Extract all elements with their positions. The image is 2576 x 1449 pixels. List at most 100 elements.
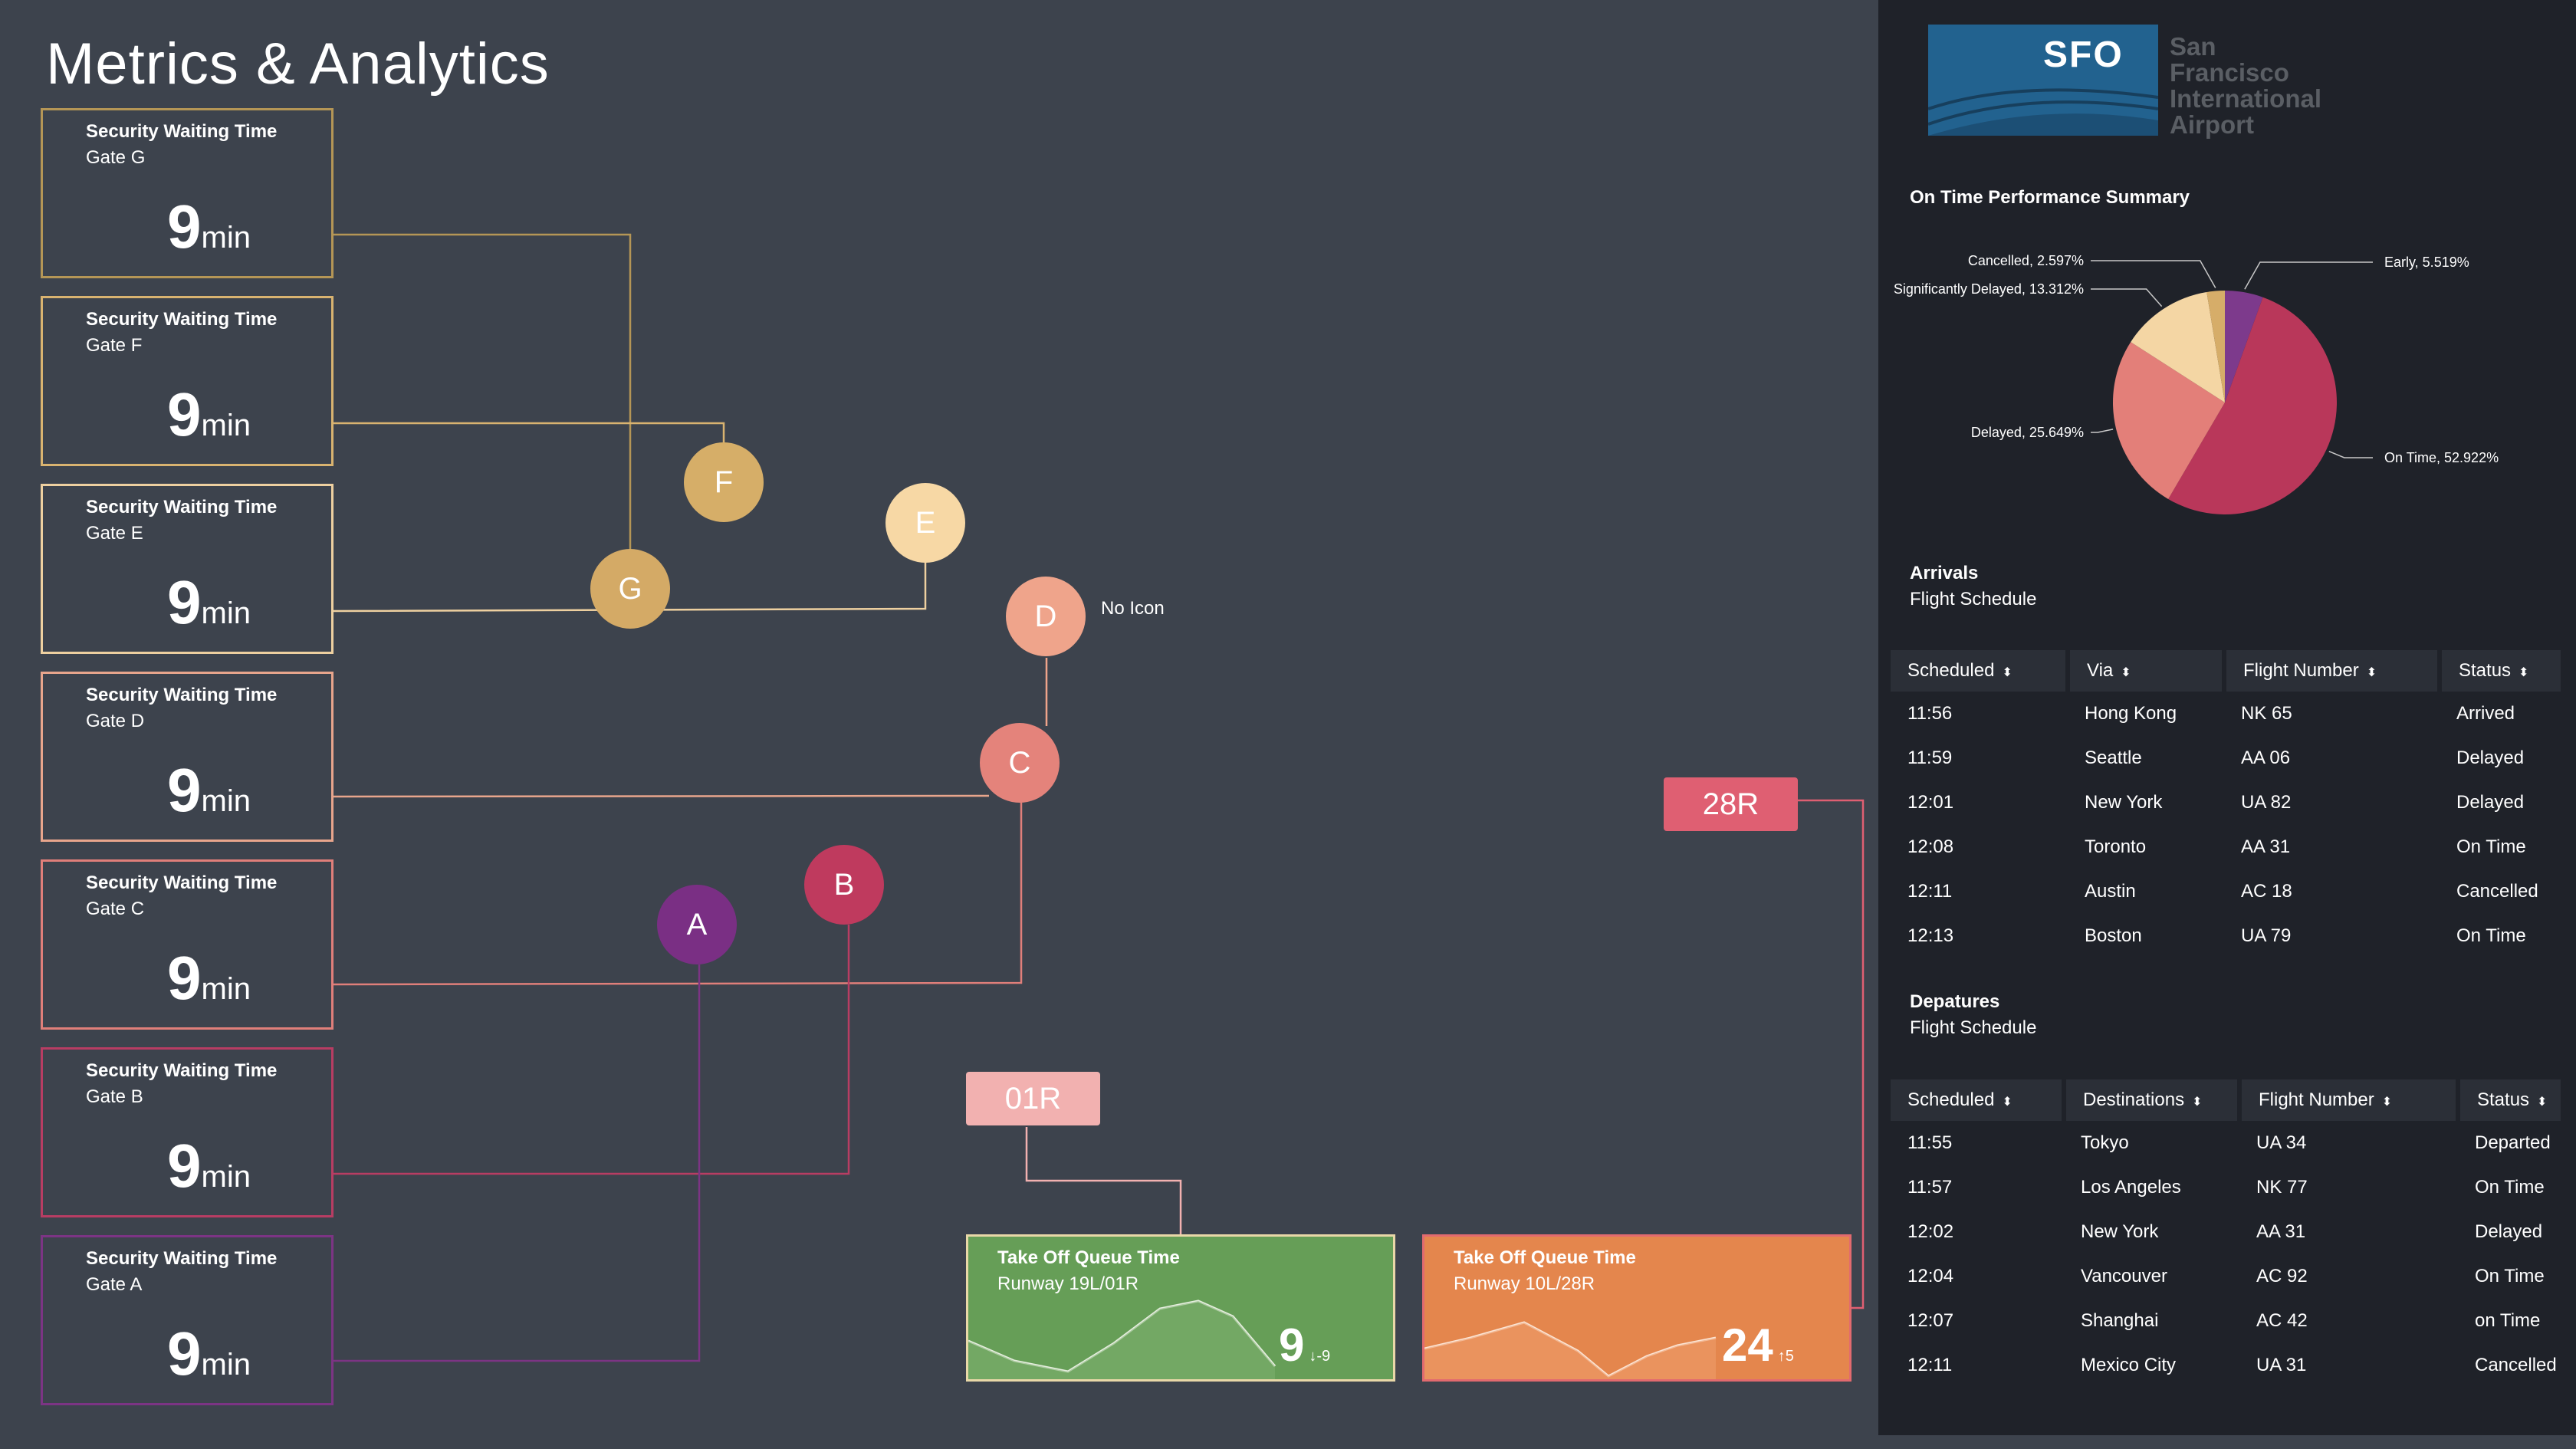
queue-card-28r[interactable]: Take Off Queue Time Runway 10L/28R 24 ↑5 (1422, 1234, 1852, 1382)
pie-label: On Time, 52.922% (2384, 450, 2499, 465)
node-d-note: No Icon (1101, 598, 1165, 619)
departures-table: Scheduled ⬍ Destinations ⬍ Flight Number ⬍ … (1891, 1079, 2565, 1388)
gate-wait-unit: min (201, 972, 251, 1006)
logo-code: SFO (2043, 34, 2124, 75)
gate-name: Gate A (86, 1274, 143, 1295)
gate-card-label: Security Waiting Time (86, 1248, 278, 1269)
departures-title: Depatures (1910, 991, 2000, 1012)
sort-icon: ⬍ (2002, 666, 2013, 679)
queue-delta: ↓-9 (1309, 1348, 1331, 1365)
table-row[interactable]: 11:57 Los Angeles NK 77 On Time (1891, 1165, 2563, 1210)
queue-value: 24 (1722, 1319, 1773, 1371)
arrivals-title: Arrivals (1910, 563, 1979, 583)
pie-leader-line (2091, 288, 2163, 307)
gate-wait-unit: min (201, 221, 251, 255)
runway-tag-28r[interactable]: 28R (1664, 777, 1798, 831)
queue-sparkline (968, 1300, 1276, 1379)
gate-wait-value: 9 (167, 192, 202, 261)
pie-label: Significantly Delayed, 13.312% (1894, 281, 2084, 297)
departures-subtitle: Flight Schedule (1910, 1017, 2037, 1038)
table-row[interactable]: 11:59 Seattle AA 06 Delayed (1891, 736, 2563, 780)
logo-line-2: International (2170, 84, 2322, 113)
table-row[interactable]: 12:02 New York AA 31 Delayed (1891, 1210, 2563, 1254)
arrivals-subtitle: Flight Schedule (1910, 589, 2037, 610)
column-header-destinations[interactable]: Destinations ⬍ (2064, 1079, 2242, 1121)
gate-wait-unit: min (201, 784, 251, 818)
table-row[interactable]: 12:11 Austin AC 18 Cancelled (1891, 869, 2563, 914)
pie-label: Delayed, 25.649% (1971, 425, 2084, 440)
connector-28r (1798, 799, 1865, 1309)
node-b[interactable]: B (804, 845, 884, 925)
gate-name: Gate F (86, 335, 143, 356)
column-header-flight-number[interactable]: Flight Number ⬍ (2224, 650, 2442, 692)
sort-icon: ⬍ (2518, 666, 2529, 679)
table-row[interactable]: 12:13 Boston UA 79 On Time (1891, 914, 2563, 958)
node-e[interactable]: E (886, 483, 965, 563)
column-header-scheduled[interactable]: Scheduled ⬍ (1891, 1079, 2066, 1121)
gate-card-label: Security Waiting Time (86, 497, 278, 518)
gate-wait-unit: min (201, 1160, 251, 1194)
gate-card-label: Security Waiting Time (86, 309, 278, 330)
table-row[interactable]: 12:08 Toronto AA 31 On Time (1891, 825, 2563, 869)
gate-card-e[interactable]: Security Waiting Time Gate E 9min (41, 484, 334, 654)
table-row[interactable]: 11:56 Hong Kong NK 65 Arrived (1891, 692, 2563, 736)
gate-name: Gate G (86, 147, 146, 168)
column-header-status[interactable]: Status ⬍ (2458, 1079, 2565, 1121)
gate-card-f[interactable]: Security Waiting Time Gate F 9min (41, 296, 334, 466)
gate-wait-value: 9 (167, 380, 202, 449)
gate-card-g[interactable]: Security Waiting Time Gate G 9min (41, 108, 334, 278)
column-header-via[interactable]: Via ⬍ (2068, 650, 2226, 692)
logo-mark: SFO (1928, 25, 2158, 136)
right-panel: SFO San Francisco International Airport … (1878, 0, 2576, 1435)
gate-wait-value: 9 (167, 568, 202, 636)
gate-card-a[interactable]: Security Waiting Time Gate A 9min (41, 1235, 334, 1405)
node-c[interactable]: C (980, 723, 1060, 803)
gate-wait-unit: min (201, 409, 251, 442)
node-f[interactable]: F (684, 442, 764, 522)
sort-icon: ⬍ (2537, 1096, 2548, 1109)
sort-icon: ⬍ (2121, 666, 2131, 679)
connector-01r (1025, 1127, 1182, 1236)
table-row[interactable]: 12:11 Mexico City UA 31 Cancelled (1891, 1343, 2563, 1388)
gate-name: Gate E (86, 523, 143, 544)
gate-card-c[interactable]: Security Waiting Time Gate C 9min (41, 859, 334, 1030)
pie-label: Cancelled, 2.597% (1968, 253, 2084, 268)
gate-wait-unit: min (201, 596, 251, 630)
gate-card-label: Security Waiting Time (86, 121, 278, 142)
gate-wait-value: 9 (167, 1319, 202, 1388)
pie-leader-line (2328, 451, 2373, 458)
node-a[interactable]: A (657, 885, 737, 964)
runway-tag-01r[interactable]: 01R (966, 1072, 1100, 1125)
node-g[interactable]: G (590, 549, 670, 629)
column-header-scheduled[interactable]: Scheduled ⬍ (1891, 650, 2070, 692)
gate-card-d[interactable]: Security Waiting Time Gate D 9min (41, 672, 334, 842)
sort-icon: ⬍ (2381, 1096, 2393, 1109)
pie-label: Early, 5.519% (2384, 255, 2469, 270)
table-row[interactable]: 12:04 Vancouver AC 92 On Time (1891, 1254, 2563, 1299)
node-d[interactable]: D (1006, 577, 1086, 656)
table-row[interactable]: 12:07 Shanghai AC 42 on Time (1891, 1299, 2563, 1343)
pie-title: On Time Performance Summary (1910, 187, 2190, 208)
connector-b (334, 925, 850, 1175)
gate-card-label: Security Waiting Time (86, 872, 278, 893)
table-row[interactable]: 11:55 Tokyo UA 34 Departed (1891, 1121, 2563, 1165)
gate-wait-unit: min (201, 1348, 251, 1382)
gate-card-label: Security Waiting Time (86, 1060, 278, 1081)
queue-value: 9 (1279, 1319, 1305, 1371)
gate-card-label: Security Waiting Time (86, 685, 278, 705)
pie-leader-line (2091, 429, 2114, 433)
column-header-flight-number[interactable]: Flight Number ⬍ (2239, 1079, 2460, 1121)
gate-wait-value: 9 (167, 1132, 202, 1200)
column-header-status[interactable]: Status ⬍ (2440, 650, 2565, 692)
gate-wait-value: 9 (167, 756, 202, 824)
gate-card-b[interactable]: Security Waiting Time Gate B 9min (41, 1047, 334, 1217)
sort-icon: ⬍ (2366, 666, 2377, 679)
table-row[interactable]: 12:01 New York UA 82 Delayed (1891, 780, 2563, 825)
sfo-logo: SFO San Francisco International Airport (1928, 25, 2327, 138)
queue-card-01r[interactable]: Take Off Queue Time Runway 19L/01R 9 ↓-9 (966, 1234, 1395, 1382)
arrivals-table: Scheduled ⬍ Via ⬍ Flight Number ⬍ Status ⬍ 1… (1891, 650, 2565, 958)
pie-chart: Early, 5.519% On Time, 52.922% Delayed, 25… (1894, 253, 2499, 514)
gate-wait-value: 9 (167, 944, 202, 1012)
logo-line-1: San Francisco (2170, 32, 2289, 87)
sort-icon: ⬍ (2002, 1096, 2013, 1109)
